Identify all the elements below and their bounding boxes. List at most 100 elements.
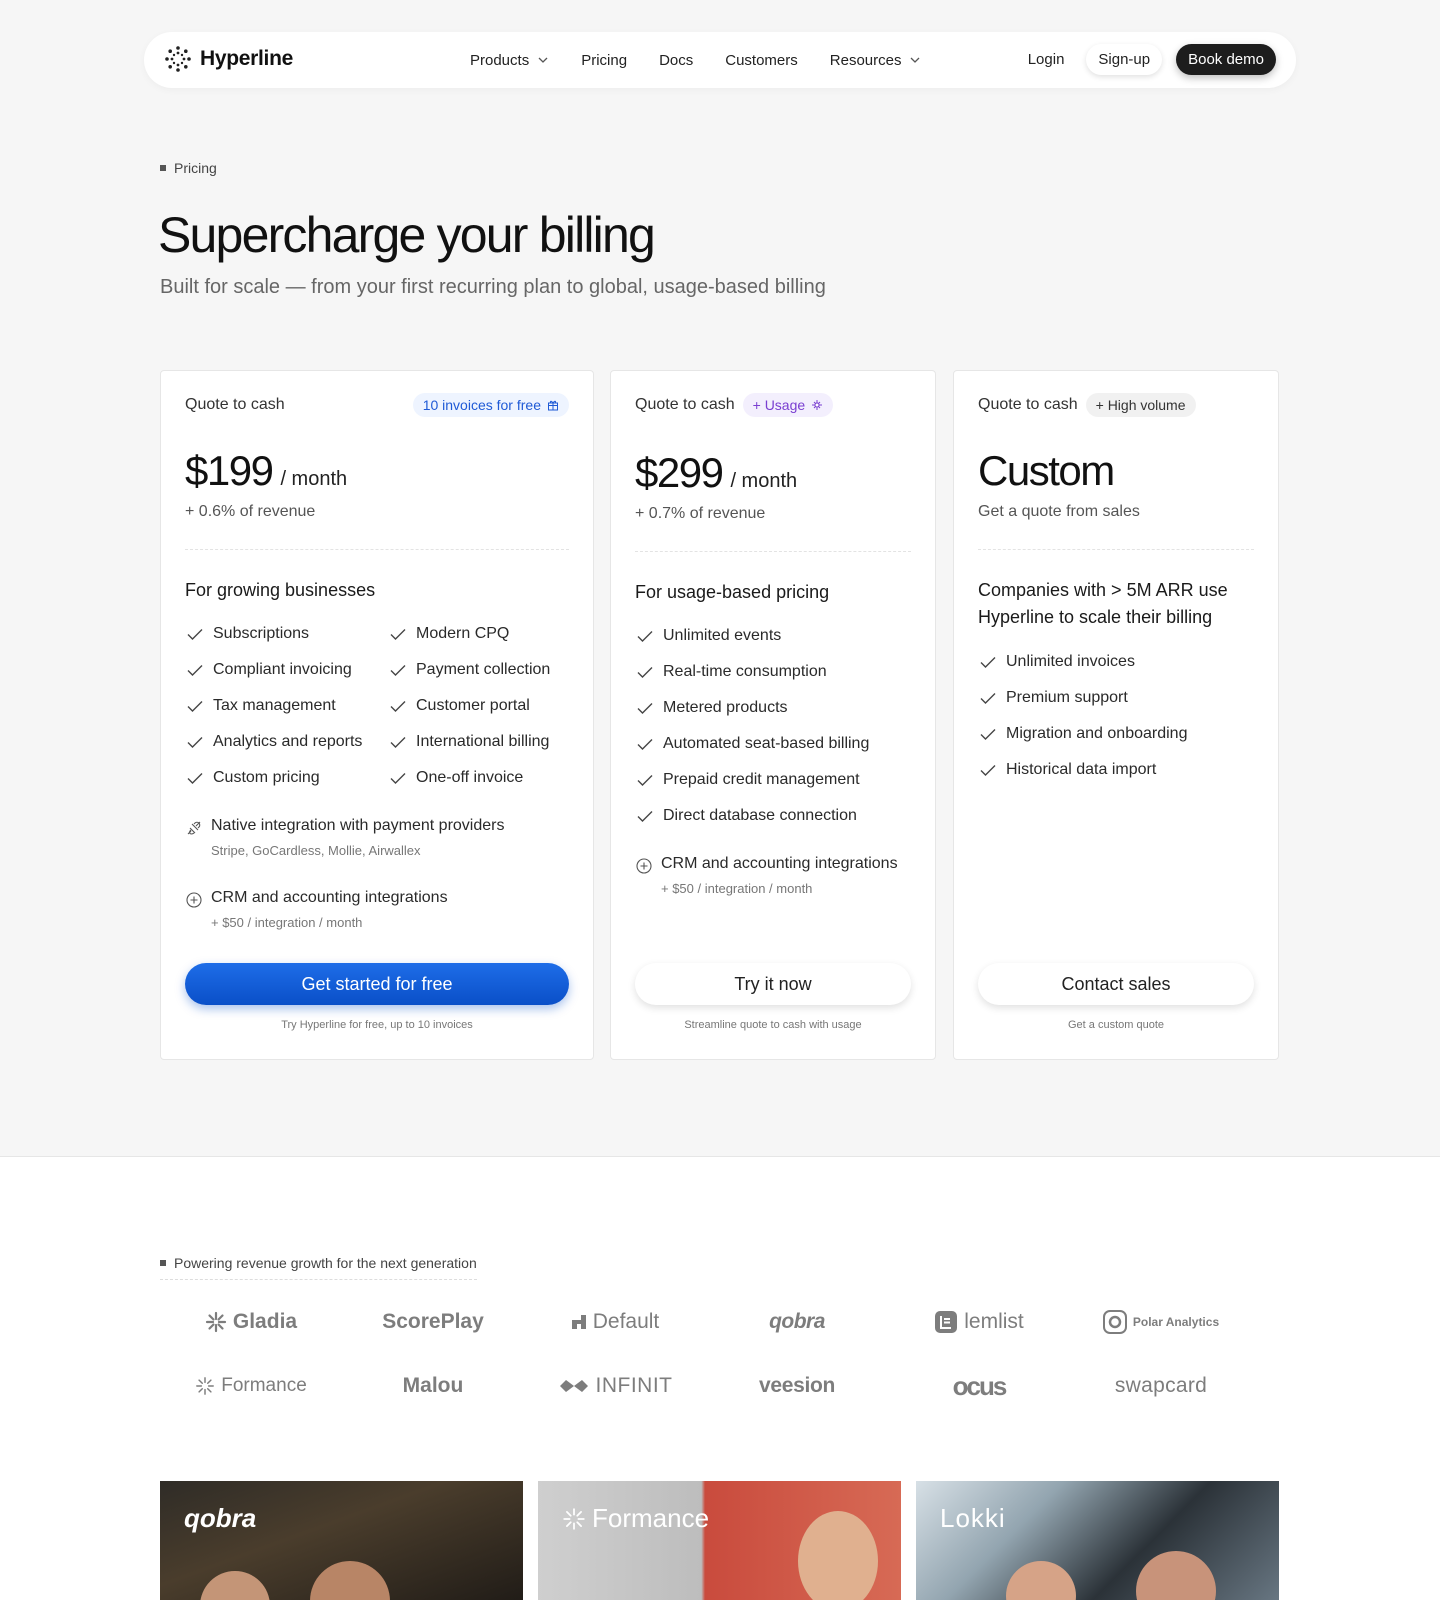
- extra-title: CRM and accounting integrations: [211, 889, 448, 906]
- card-header-left: Quote to cash + Usage: [635, 393, 834, 417]
- plan-label: Quote to cash: [635, 396, 735, 413]
- logo-polar-analytics: Polar Analytics: [1070, 1307, 1252, 1337]
- get-started-button[interactable]: Get started for free: [185, 963, 569, 1005]
- feature-item: Unlimited events: [635, 625, 869, 647]
- feature-label: Payment collection: [416, 661, 551, 678]
- page-subtitle: Built for scale — from your first recurr…: [160, 276, 826, 298]
- polar-mark-icon: [1102, 1310, 1127, 1334]
- logo-label: Gladia: [232, 1310, 298, 1333]
- card-header: Quote to cash 10 invoices for free: [185, 393, 569, 417]
- try-it-now-button[interactable]: Try it now: [635, 963, 911, 1005]
- book-demo-button[interactable]: Book demo: [1176, 44, 1276, 75]
- menu-resources[interactable]: Resources: [830, 52, 922, 69]
- menu-docs[interactable]: Docs: [659, 52, 693, 69]
- menu-resources-label: Resources: [829, 51, 902, 69]
- logo-lemlist: lemlist: [888, 1307, 1070, 1337]
- check-icon: [390, 773, 406, 784]
- pricing-card-usage: Quote to cash + Usage $299 / month + 0.7…: [610, 370, 936, 1060]
- eyebrow-square-icon: [160, 1260, 166, 1266]
- feature-item: Subscriptions: [185, 623, 388, 645]
- customer-story-card[interactable]: qobra: [160, 1481, 523, 1600]
- main-menu: Products Pricing Docs Customers Resource…: [470, 32, 953, 88]
- check-icon: [390, 665, 406, 676]
- chevron-down-icon: [911, 57, 920, 63]
- feature-item: Automated seat-based billing: [635, 733, 869, 755]
- menu-products[interactable]: Products: [470, 52, 549, 69]
- logo-formance: Formance: [160, 1371, 342, 1401]
- formance-burst-icon: [563, 1507, 585, 1530]
- extra-subtitle: + $50 / integration / month: [661, 881, 813, 896]
- check-icon: [637, 667, 653, 678]
- nav-actions: Login Sign-up Book demo: [1028, 44, 1276, 75]
- signup-button[interactable]: Sign-up: [1086, 44, 1163, 75]
- logo-text: Hyperline: [200, 47, 293, 70]
- feature-item: Real-time consumption: [635, 661, 869, 683]
- price-row: Custom: [978, 447, 1115, 495]
- logo-qobra: qobra: [706, 1307, 888, 1337]
- menu-pricing-label: Pricing: [581, 51, 628, 69]
- feature-label: Modern CPQ: [416, 625, 510, 642]
- person-photo: [798, 1511, 878, 1600]
- story-brand: Lokki: [940, 1503, 1006, 1533]
- logo-label: ScorePlay: [382, 1310, 484, 1333]
- logo-label: Default: [592, 1310, 660, 1333]
- chevron-down-icon: [538, 57, 548, 63]
- eyebrow-text: Pricing: [174, 160, 217, 176]
- menu-pricing[interactable]: Pricing: [581, 52, 627, 69]
- usage-icon: [812, 400, 823, 410]
- plan-badge-text: 10 invoices for free: [422, 397, 541, 413]
- plan-badge: + High volume: [1085, 393, 1196, 417]
- feature-item: Migration and onboarding: [978, 723, 1187, 745]
- contact-sales-button[interactable]: Contact sales: [978, 963, 1254, 1005]
- logo-label: Malou: [402, 1374, 464, 1397]
- check-icon: [187, 737, 203, 748]
- price-row: $299 / month: [635, 449, 797, 497]
- customer-story-card[interactable]: Lokki: [916, 1481, 1279, 1600]
- logo-label: Polar Analytics: [1132, 1315, 1220, 1329]
- page-title: Supercharge your billing: [158, 207, 656, 263]
- cta-note: Get a custom quote: [1068, 1019, 1164, 1031]
- feature-label: Compliant invoicing: [213, 661, 352, 678]
- divider: [635, 551, 911, 552]
- top-navbar: Hyperline Products Pricing Docs Customer…: [144, 32, 1296, 88]
- person-photo: [1136, 1551, 1216, 1600]
- logo-malou: Malou: [342, 1371, 524, 1401]
- menu-customers-label: Customers: [725, 51, 798, 69]
- card-header: Quote to cash + Usage: [635, 393, 911, 417]
- feature-label: Migration and onboarding: [1006, 725, 1188, 742]
- feature-item: International billing: [388, 731, 568, 753]
- story-brand-label: Formance: [592, 1503, 710, 1533]
- check-icon: [980, 657, 996, 668]
- customer-story-card[interactable]: Formance: [538, 1481, 901, 1600]
- check-icon: [980, 729, 996, 740]
- feature-label: Metered products: [663, 699, 788, 716]
- logo[interactable]: Hyperline: [164, 45, 293, 73]
- gift-icon: [548, 400, 558, 411]
- menu-customers[interactable]: Customers: [725, 52, 798, 69]
- logo-infinit: INFINIT: [524, 1371, 706, 1401]
- feature-label: One-off invoice: [416, 769, 524, 786]
- customers-eyebrow-text: Powering revenue growth for the next gen…: [174, 1255, 477, 1271]
- check-icon: [637, 739, 653, 750]
- plan-price: $199: [185, 447, 274, 494]
- feature-label: Unlimited events: [663, 627, 782, 644]
- plan-quote-note: Get a quote from sales: [978, 503, 1140, 520]
- cta-note: Streamline quote to cash with usage: [684, 1019, 862, 1031]
- extra-payment-providers: Native integration with payment provider…: [185, 817, 504, 858]
- extra-subtitle: + $50 / integration / month: [211, 915, 363, 930]
- login-link[interactable]: Login: [1028, 51, 1065, 68]
- logo-label: INFINIT: [595, 1374, 673, 1397]
- check-icon: [637, 775, 653, 786]
- feature-label: Premium support: [1006, 689, 1128, 706]
- logo-veesion: veesion: [706, 1371, 888, 1401]
- menu-docs-label: Docs: [659, 51, 694, 69]
- logo-gladia: Gladia: [160, 1307, 342, 1337]
- feature-label: Automated seat-based billing: [663, 735, 870, 752]
- feature-label: Real-time consumption: [663, 663, 827, 680]
- plan-period: / month: [730, 470, 798, 492]
- feature-item: Tax management: [185, 695, 388, 717]
- customer-logos: Gladia ScorePlay Default qobra lemlist P…: [160, 1307, 1252, 1401]
- card-header-left: Quote to cash + High volume: [978, 393, 1196, 417]
- person-photo: [1006, 1561, 1076, 1600]
- logo-label: lemlist: [964, 1310, 1024, 1333]
